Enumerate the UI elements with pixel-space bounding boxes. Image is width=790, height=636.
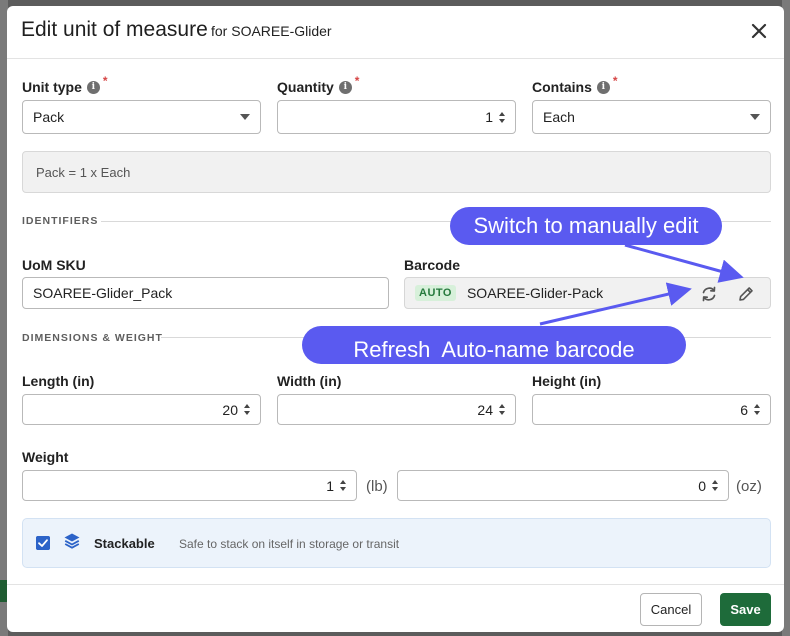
weight-label-text: Weight: [22, 449, 69, 465]
uom-sku-label-text: UoM SKU: [22, 257, 86, 273]
unit-type-label-text: Unit type: [22, 79, 82, 95]
contains-select[interactable]: Each: [532, 100, 771, 134]
weight-lb-value: 1: [326, 477, 334, 494]
spinner-icon[interactable]: [340, 480, 346, 491]
close-icon[interactable]: [748, 20, 770, 42]
modal-header: Edit unit of measure for SOAREE-Glider: [7, 6, 784, 59]
quantity-stepper[interactable]: 1: [277, 100, 516, 134]
barcode-field: AUTO SOAREE-Glider-Pack: [404, 277, 771, 309]
height-label: Height (in): [532, 373, 601, 389]
quantity-value: 1: [485, 109, 493, 125]
required-mark: *: [354, 74, 360, 88]
weight-oz-unit: (oz): [736, 478, 762, 495]
length-label: Length (in): [22, 373, 94, 389]
uom-sku-label: UoM SKU: [22, 257, 86, 273]
unit-type-label: Unit type i *: [22, 74, 108, 95]
unit-type-value: Pack: [33, 109, 65, 125]
callout-switch-edit: Switch to manually edit: [450, 207, 722, 245]
contains-label-text: Contains: [532, 79, 592, 95]
spinner-icon[interactable]: [499, 404, 505, 415]
contains-value: Each: [543, 109, 575, 125]
weight-lb-stepper[interactable]: 1: [22, 470, 357, 501]
info-icon[interactable]: i: [596, 80, 610, 94]
uom-sku-value: SOAREE-Glider_Pack: [33, 285, 173, 301]
contains-label: Contains i *: [532, 74, 618, 95]
required-mark: *: [612, 74, 618, 88]
modal-subtitle: for SOAREE-Glider: [211, 23, 332, 39]
height-label-text: Height (in): [532, 373, 602, 389]
barcode-label-text: Barcode: [404, 257, 461, 273]
width-stepper[interactable]: 24: [277, 394, 516, 425]
edit-uom-modal: Edit unit of measure for SOAREE-Glider U…: [7, 6, 784, 632]
weight-oz-value: 0: [698, 477, 706, 494]
chevron-down-icon: [240, 114, 250, 120]
refresh-icon[interactable]: [699, 284, 719, 304]
checkbox-icon[interactable]: [36, 536, 50, 550]
length-stepper[interactable]: 20: [22, 394, 261, 425]
spinner-icon[interactable]: [244, 404, 250, 415]
conversion-summary: Pack = 1 x Each: [22, 151, 771, 193]
width-value: 24: [477, 401, 493, 418]
uom-sku-input[interactable]: SOAREE-Glider_Pack: [22, 277, 389, 309]
layers-icon: [64, 533, 80, 549]
spinner-icon[interactable]: [754, 404, 760, 415]
save-button[interactable]: Save: [720, 593, 771, 626]
barcode-label: Barcode: [404, 257, 460, 273]
width-label-text: Width (in): [277, 373, 342, 389]
barcode-value: SOAREE-Glider-Pack: [466, 285, 604, 301]
auto-badge: AUTO: [415, 285, 456, 301]
info-icon[interactable]: i: [338, 80, 352, 94]
spinner-icon[interactable]: [499, 111, 505, 123]
modal-title: Edit unit of measure: [21, 18, 208, 41]
weight-oz-stepper[interactable]: 0: [397, 470, 729, 501]
stackable-panel: Stackable Safe to stack on itself in sto…: [22, 518, 771, 568]
weight-lb-unit: (lb): [366, 478, 388, 495]
spinner-icon[interactable]: [712, 480, 718, 491]
weight-label: Weight: [22, 449, 68, 465]
required-mark: *: [102, 74, 108, 88]
dimensions-section-title: DIMENSIONS & WEIGHT: [22, 332, 163, 344]
unit-type-select[interactable]: Pack: [22, 100, 261, 134]
info-icon[interactable]: i: [86, 80, 100, 94]
identifiers-section-title: IDENTIFIERS: [22, 215, 99, 227]
length-label-text: Length (in): [22, 373, 95, 389]
quantity-label: Quantity i *: [277, 74, 359, 95]
callout-refresh: Refresh Auto-name barcode: [302, 326, 686, 364]
cancel-button[interactable]: Cancel: [640, 593, 702, 626]
length-value: 20: [222, 401, 238, 418]
pencil-icon[interactable]: [736, 284, 756, 304]
quantity-label-text: Quantity: [277, 79, 334, 95]
width-label: Width (in): [277, 373, 341, 389]
stackable-title: Stackable: [94, 536, 155, 551]
height-value: 6: [740, 401, 748, 418]
chevron-down-icon: [750, 114, 760, 120]
height-stepper[interactable]: 6: [532, 394, 771, 425]
footer-divider: [7, 584, 784, 585]
stackable-description: Safe to stack on itself in storage or tr…: [179, 537, 400, 551]
